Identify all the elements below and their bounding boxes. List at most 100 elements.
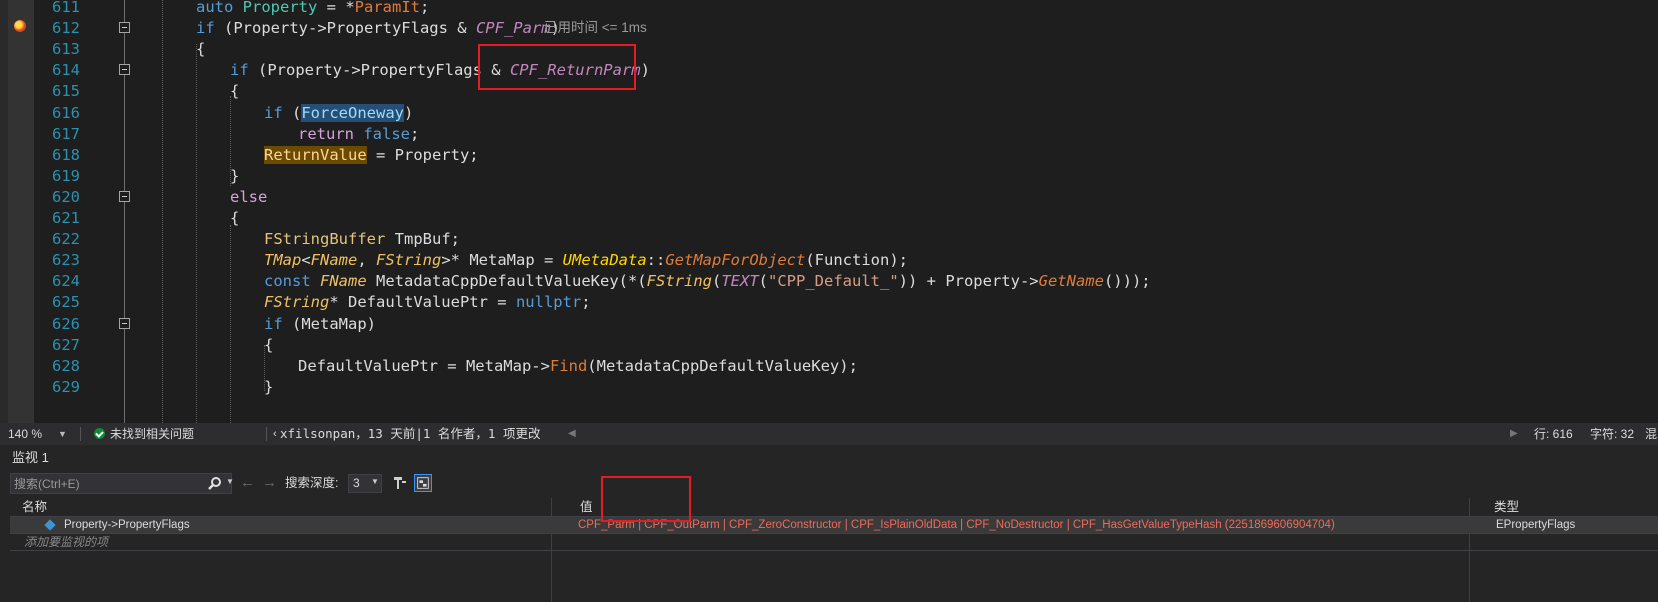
code-token: TEXT [721, 272, 759, 291]
line-number: 621 [52, 209, 80, 227]
column-header-value[interactable]: 值 [580, 498, 593, 516]
code-line[interactable]: 615 { [0, 80, 1658, 102]
code-token: FString [376, 251, 442, 270]
watch-row-name[interactable]: Property->PropertyFlags [64, 517, 190, 533]
collapse-icon[interactable] [119, 64, 130, 76]
code-token: ; [419, 0, 430, 16]
line-number: 611 [52, 0, 80, 16]
code-text[interactable]: if (MetaMap) [264, 313, 376, 335]
hscroll-left-icon[interactable]: ◀ [568, 423, 576, 445]
code-text[interactable]: { [230, 80, 239, 102]
collapse-icon[interactable] [119, 190, 130, 202]
code-text[interactable]: else [230, 186, 267, 208]
search-icon[interactable] [207, 476, 223, 492]
line-indicator: 行: 616 [1534, 427, 1573, 441]
code-line[interactable]: 626 if (MetaMap) [0, 313, 1658, 335]
code-token: >* MetaMap = [441, 251, 563, 270]
property-icon [44, 519, 56, 531]
code-token: nullptr [515, 293, 582, 312]
code-text[interactable]: DefaultValuePtr = MetaMap->Find(Metadata… [298, 355, 858, 377]
code-text[interactable]: auto Property = *ParamIt; [196, 0, 429, 18]
code-line[interactable]: 619} [0, 165, 1658, 187]
code-token: UMetaData [562, 251, 647, 270]
code-line[interactable]: 614 if (Property->PropertyFlags & CPF_Ret… [0, 59, 1658, 81]
code-token: FStringBuffer [264, 230, 386, 249]
watch-search-input[interactable] [14, 474, 204, 493]
watch-row[interactable]: Property->PropertyFlags CPF_Parm | CPF_O… [10, 517, 1658, 533]
blame-expand-icon[interactable]: ‹ [273, 423, 277, 445]
code-token: ParamIt [354, 0, 420, 16]
code-line[interactable]: 628 DefaultValuePtr = MetaMap->Find(Metad… [0, 355, 1658, 377]
code-token: ( [758, 272, 768, 291]
code-line[interactable]: 629} [0, 376, 1658, 398]
code-token: const [264, 272, 311, 291]
code-editor[interactable]: 611 auto Property = *ParamIt; 612 if (Prope… [0, 0, 1658, 423]
code-text[interactable]: if (ForceOneway) [264, 102, 413, 124]
watch-add-row[interactable]: 添加要监视的项 [10, 534, 1658, 550]
code-line[interactable]: 620 else [0, 186, 1658, 208]
issues-status[interactable]: 未找到相关问题 [110, 423, 194, 445]
search-next-icon[interactable]: → [262, 473, 277, 493]
code-line[interactable]: 612 if (Property->PropertyFlags & CPF_Par… [0, 17, 1658, 39]
code-text[interactable]: } [230, 165, 239, 187]
code-token: TMap [264, 251, 302, 270]
perf-tip-elapsed[interactable]: 已用时间 <= 1ms [544, 17, 647, 39]
line-number: 626 [52, 314, 80, 333]
watch-search-box[interactable]: ▼ [10, 473, 234, 494]
column-header-type[interactable]: 类型 [1494, 498, 1519, 516]
code-token: if [196, 19, 215, 38]
code-token: )) + Property-> [898, 272, 1039, 291]
pin-watch-icon[interactable] [392, 475, 408, 491]
code-line[interactable]: 613 { [0, 38, 1658, 60]
code-text[interactable]: FString* DefaultValuePtr = nullptr; [264, 291, 591, 313]
highlight-box-returnparm [478, 44, 636, 90]
hscroll-right-icon[interactable]: ▶ [1510, 423, 1518, 445]
code-text[interactable]: return false; [298, 123, 419, 145]
code-token: Property [242, 0, 318, 16]
code-token: ; [581, 293, 591, 312]
line-number: 624 [52, 272, 80, 291]
code-token: GetMapForObject [665, 251, 806, 270]
code-token: { [264, 335, 274, 354]
code-text[interactable]: { [230, 207, 239, 229]
code-token: ( [711, 272, 722, 291]
collapse-icon[interactable] [119, 317, 130, 329]
code-token: (MetaMap) [282, 314, 376, 333]
code-token: { [230, 209, 240, 227]
code-token: return [298, 124, 354, 143]
code-text[interactable]: { [196, 38, 205, 60]
collapse-icon[interactable] [119, 22, 130, 34]
search-options-dropdown-icon[interactable]: ▼ [226, 477, 234, 486]
code-text[interactable]: const FName MetadataCppDefaultValueKey(*… [264, 270, 1151, 292]
code-text[interactable]: FStringBuffer TmpBuf; [264, 228, 460, 250]
code-text[interactable]: TMap<FName, FString>* MetaMap = UMetaDat… [264, 249, 908, 271]
code-line[interactable]: 621 { [0, 207, 1658, 229]
code-line[interactable]: 616 if (ForceOneway) [0, 102, 1658, 124]
add-watch-placeholder[interactable]: 添加要监视的项 [24, 534, 108, 550]
code-text[interactable]: ReturnValue = Property; [264, 144, 479, 166]
git-blame-info[interactable]: xfilsonpan，13 天前|1 名作者，1 项更改 [280, 423, 540, 445]
column-header-name[interactable]: 名称 [22, 498, 47, 516]
code-token: { [196, 40, 206, 59]
code-text[interactable]: { [264, 334, 273, 356]
code-token: Find [549, 356, 588, 375]
search-previous-icon[interactable]: ← [240, 473, 255, 493]
code-text[interactable]: if (Property->PropertyFlags & CPF_Parm) [196, 17, 560, 39]
view-toggle-icon[interactable] [414, 474, 432, 492]
search-depth-select[interactable]: 3 ▼ [348, 474, 382, 493]
watch-row-value[interactable]: CPF_Parm | CPF_OutParm | CPF_ZeroConstru… [578, 517, 1335, 533]
code-line[interactable]: 622 FStringBuffer TmpBuf; [0, 228, 1658, 250]
indent-guide [230, 96, 231, 186]
code-line[interactable]: 611 auto Property = *ParamIt; [0, 0, 1658, 18]
code-text[interactable]: } [264, 376, 273, 398]
zoom-dropdown-icon[interactable]: ▼ [58, 423, 67, 445]
code-line[interactable]: 627 { [0, 334, 1658, 356]
code-line[interactable]: 623 TMap<FName, FString>* MetaMap = UMeta… [0, 249, 1658, 271]
code-line[interactable]: 618 ReturnValue = Property; [0, 144, 1658, 166]
code-line[interactable]: 625 FString* DefaultValuePtr = nullptr; [0, 291, 1658, 313]
status-divider [266, 427, 267, 441]
code-line[interactable]: 624 const FName MetadataCppDefaultValueKe… [0, 270, 1658, 292]
status-divider [80, 427, 81, 441]
code-line[interactable]: 617 return false; [0, 123, 1658, 145]
